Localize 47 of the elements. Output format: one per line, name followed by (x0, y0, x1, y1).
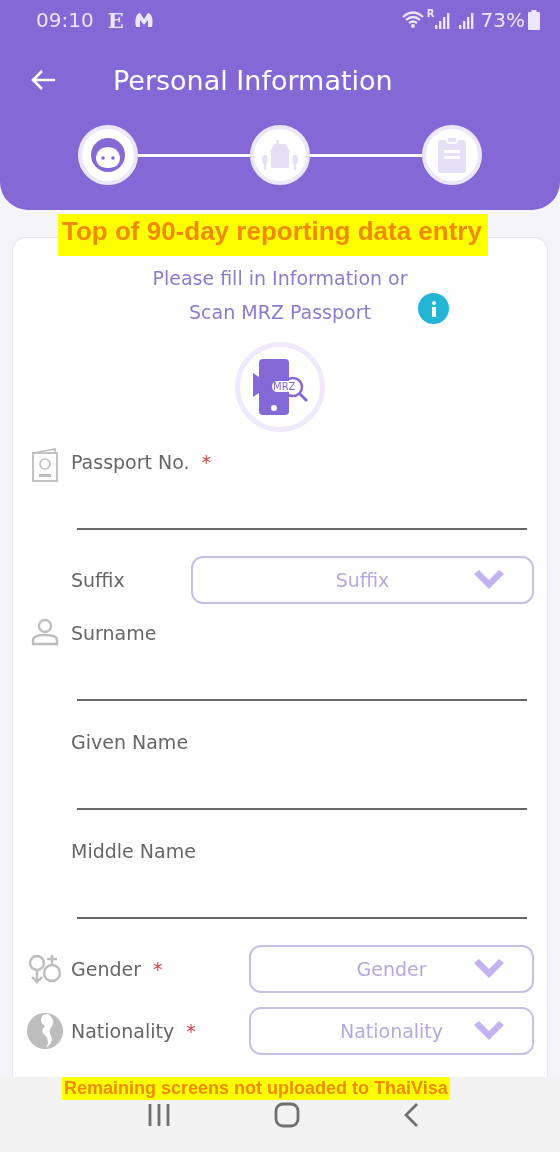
step-indicator[interactable] (422, 125, 482, 185)
chevron-down-icon (474, 570, 504, 590)
info-icon[interactable] (418, 293, 449, 324)
gender-icon (27, 954, 63, 984)
annotation-text: Top of 90-day reporting data entry (58, 214, 488, 256)
field-label: Surname (71, 622, 157, 644)
dropdown-field[interactable]: Gender (249, 945, 534, 993)
required-asterisk: * (186, 1020, 196, 1042)
recent-apps-icon[interactable] (146, 1102, 171, 1127)
roaming-mark: R (426, 8, 435, 19)
globe-icon (26, 1012, 64, 1050)
instruction-text: Scan MRZ Passport (189, 300, 371, 325)
dropdown-field[interactable]: Nationality (249, 1007, 534, 1055)
field-label: Gender (71, 958, 142, 980)
chevron-down-icon (474, 1021, 504, 1041)
field-label: Nationality (71, 1020, 175, 1042)
wifi-icon (400, 10, 425, 30)
house-icon (260, 138, 300, 172)
back-arrow-icon[interactable] (30, 69, 56, 91)
notification-letter: E (107, 7, 124, 33)
chevron-down-icon (474, 959, 504, 979)
battery-icon (528, 10, 540, 30)
scan-icon-label: MRZ (272, 381, 297, 392)
instruction-text: Please fill in Information or (152, 266, 408, 291)
annotation-text: Remaining screens not uploaded to ThaiVisa (62, 1077, 450, 1100)
required-asterisk: * (201, 451, 212, 473)
screen-title: Personal Information (113, 64, 393, 96)
person-icon (31, 618, 59, 646)
step-indicator[interactable] (78, 125, 138, 185)
back-icon[interactable] (402, 1101, 419, 1128)
clipboard-icon (436, 136, 468, 174)
signal-icon (434, 11, 451, 29)
battery-percent: 73% (480, 8, 525, 32)
scan-passport-button[interactable]: MRZ (235, 342, 325, 432)
field-label: Suffix (71, 569, 125, 591)
status-time: 09:10 (36, 8, 94, 32)
field-label: Middle Name (71, 840, 196, 862)
face-icon (90, 137, 126, 173)
signal-icon (458, 11, 475, 29)
required-asterisk: * (153, 958, 163, 980)
step-indicator[interactable] (250, 125, 310, 185)
shield-logo-icon (133, 11, 154, 29)
field-label: Given Name (71, 731, 189, 753)
dropdown-field[interactable]: Suffix (191, 556, 534, 604)
field-label: Passport No. (71, 451, 190, 473)
home-icon[interactable] (273, 1101, 300, 1128)
passport-icon (31, 447, 59, 483)
